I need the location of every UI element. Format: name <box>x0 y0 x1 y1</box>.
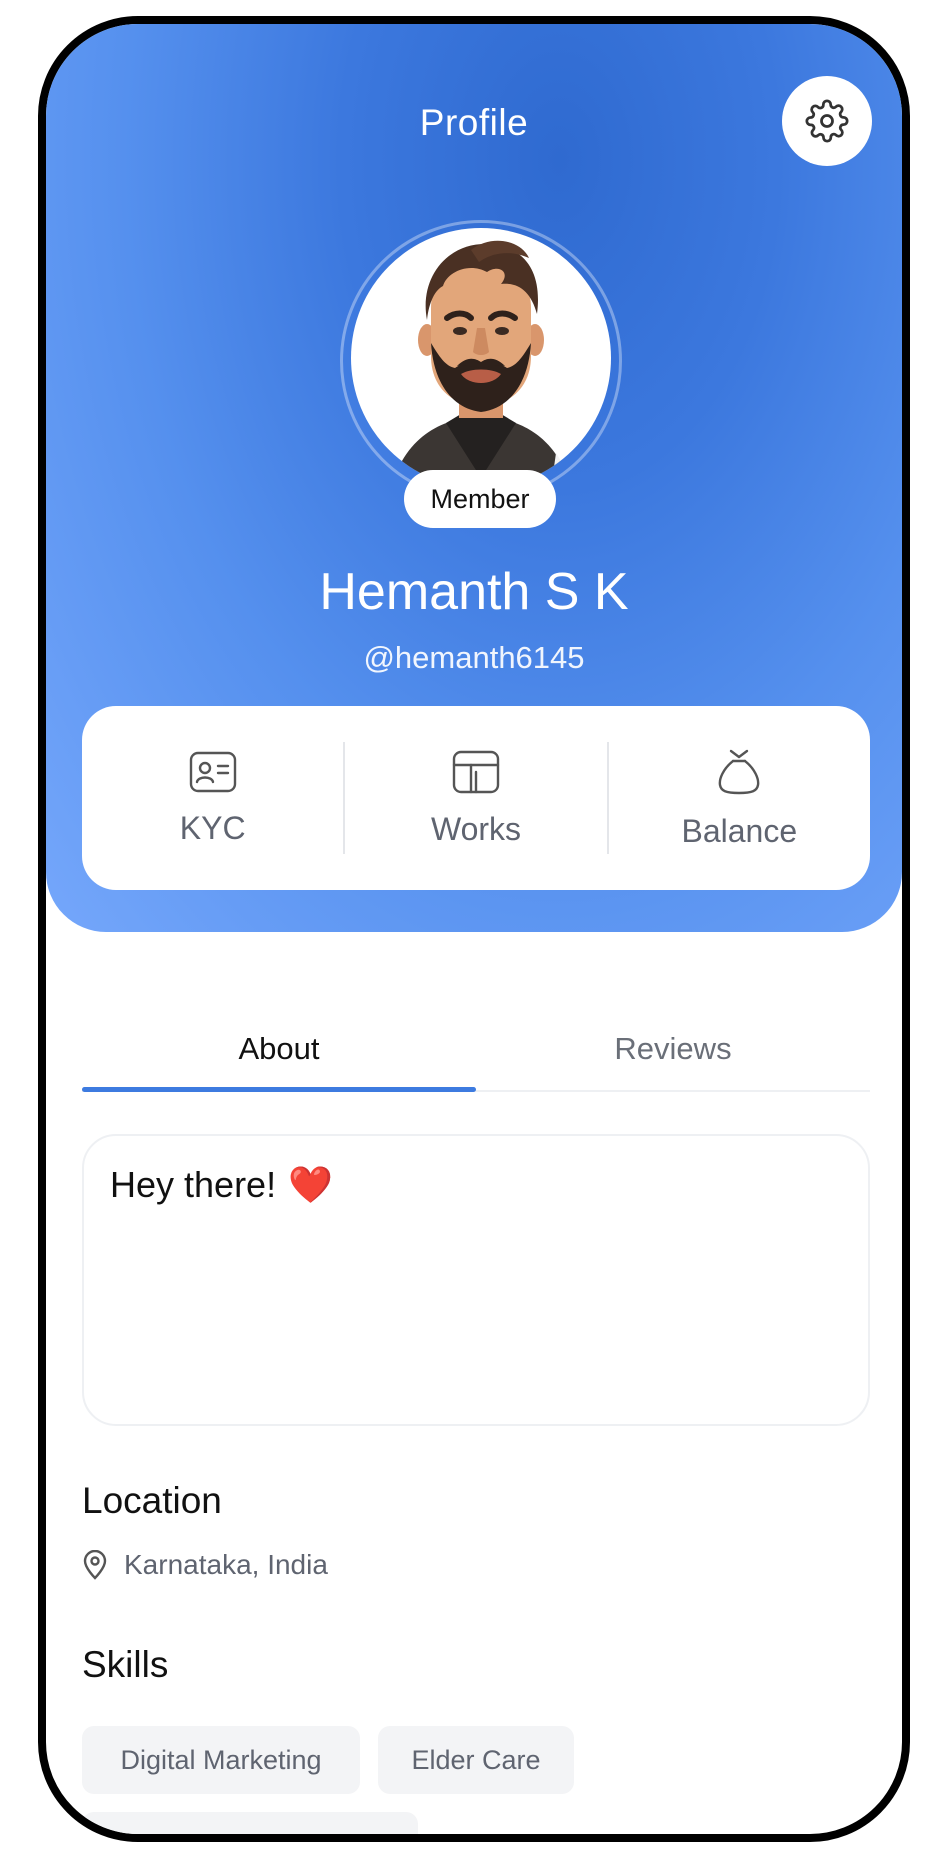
id-card-icon <box>189 751 236 792</box>
stat-works[interactable]: Works <box>345 706 606 890</box>
location-value: Karnataka, India <box>124 1549 328 1580</box>
skills-title: Skills <box>82 1644 169 1685</box>
about-content: Hey there! ❤️ <box>110 1164 333 1206</box>
works-layout-icon <box>452 750 500 793</box>
avatar-illustration <box>391 240 571 488</box>
skill-chip[interactable]: Music & Performance <box>82 1812 418 1834</box>
member-badge: Member <box>404 470 556 528</box>
stats-card: KYC Works Balance <box>82 706 870 890</box>
tab-reviews[interactable]: Reviews <box>476 1008 870 1090</box>
money-bag-icon <box>718 749 760 794</box>
profile-tabs: About Reviews <box>82 1008 870 1092</box>
page-title: Profile <box>419 102 529 143</box>
profile-header: Profile Member Hemanth S K @hemanth6145 … <box>46 24 902 932</box>
skill-chip[interactable]: Elder Care <box>378 1726 574 1794</box>
avatar[interactable] <box>351 228 611 488</box>
phone-frame: Profile Member Hemanth S K @hemanth6145 … <box>38 16 910 1842</box>
location-pin-icon <box>83 1550 107 1580</box>
stat-label-works: Works <box>430 810 522 847</box>
tab-about[interactable]: About <box>82 1008 476 1092</box>
settings-button[interactable] <box>782 76 872 166</box>
skill-chip[interactable]: Digital Marketing <box>82 1726 360 1794</box>
about-card: Hey there! ❤️ <box>82 1134 870 1426</box>
about-text: Hey there! <box>110 1164 277 1205</box>
profile-name: Hemanth S K <box>319 563 629 621</box>
profile-handle: @hemanth6145 <box>363 640 585 675</box>
stat-label-balance: Balance <box>681 812 798 849</box>
stat-label-kyc: KYC <box>179 809 246 846</box>
stat-balance[interactable]: Balance <box>609 706 870 890</box>
stat-kyc[interactable]: KYC <box>82 706 343 890</box>
gear-icon <box>805 99 849 143</box>
location-row: Karnataka, India <box>82 1549 328 1581</box>
location-title: Location <box>82 1480 222 1521</box>
heart-emoji: ❤️ <box>288 1164 333 1205</box>
